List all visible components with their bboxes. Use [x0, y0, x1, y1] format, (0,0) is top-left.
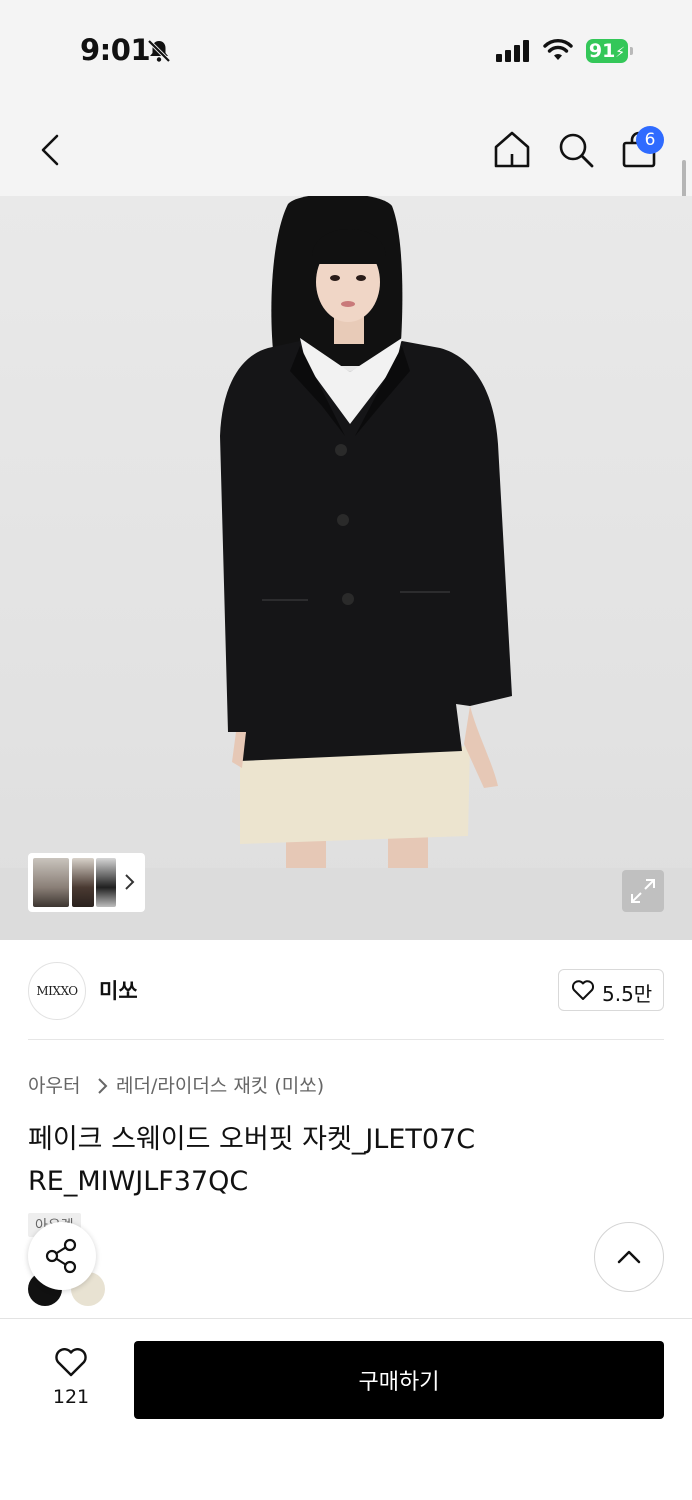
expand-image-button[interactable] — [622, 870, 664, 912]
product-title: 페이크 스웨이드 오버핏 자켓_JLET07C RE_MIWJLF37QC — [28, 1124, 476, 1197]
silent-bell-icon — [147, 39, 171, 63]
section-divider — [28, 1039, 664, 1040]
thumbnail-2[interactable] — [72, 858, 94, 907]
buy-button[interactable]: 구매하기 — [134, 1341, 664, 1419]
chevron-up-icon — [617, 1250, 641, 1264]
home-icon[interactable] — [493, 130, 531, 168]
thumbnail-3[interactable] — [96, 858, 116, 907]
brand-like-button[interactable]: 5.5만 — [558, 969, 664, 1011]
search-icon[interactable] — [557, 131, 595, 169]
model-photo — [0, 196, 692, 940]
share-icon — [45, 1238, 77, 1274]
brand-like-count: 5.5만 — [602, 982, 653, 1006]
brand-logo[interactable]: MIXXO — [28, 962, 86, 1020]
wishlist-count: 121 — [52, 1386, 90, 1408]
expand-icon — [631, 879, 655, 903]
brand-name[interactable]: 미쏘 — [99, 975, 138, 1005]
wifi-icon — [543, 39, 573, 60]
wishlist-button[interactable]: 121 — [36, 1344, 106, 1416]
thumbnail-strip[interactable] — [28, 853, 145, 912]
heart-icon — [571, 980, 595, 1000]
product-main-image[interactable] — [0, 196, 692, 940]
breadcrumb-subcategory[interactable]: 레더/라이더스 재킷 (미쏘) — [116, 1071, 324, 1098]
breadcrumb-chevron-icon — [98, 1078, 108, 1094]
share-button[interactable] — [28, 1222, 96, 1290]
cellular-signal-icon — [496, 40, 530, 62]
cart-count-badge: 6 — [636, 126, 664, 154]
thumbnail-1[interactable] — [33, 858, 69, 907]
breadcrumb-category[interactable]: 아우터 — [28, 1071, 80, 1098]
heart-outline-icon — [55, 1348, 87, 1377]
bottom-bar-divider — [0, 1318, 692, 1319]
battery-indicator: 91⚡ — [586, 39, 628, 63]
scroll-to-top-button[interactable] — [594, 1222, 664, 1292]
battery-tip — [630, 47, 633, 55]
back-arrow-icon[interactable] — [38, 133, 62, 167]
chevron-right-icon[interactable] — [123, 873, 135, 891]
status-time: 9:01 — [80, 33, 151, 67]
